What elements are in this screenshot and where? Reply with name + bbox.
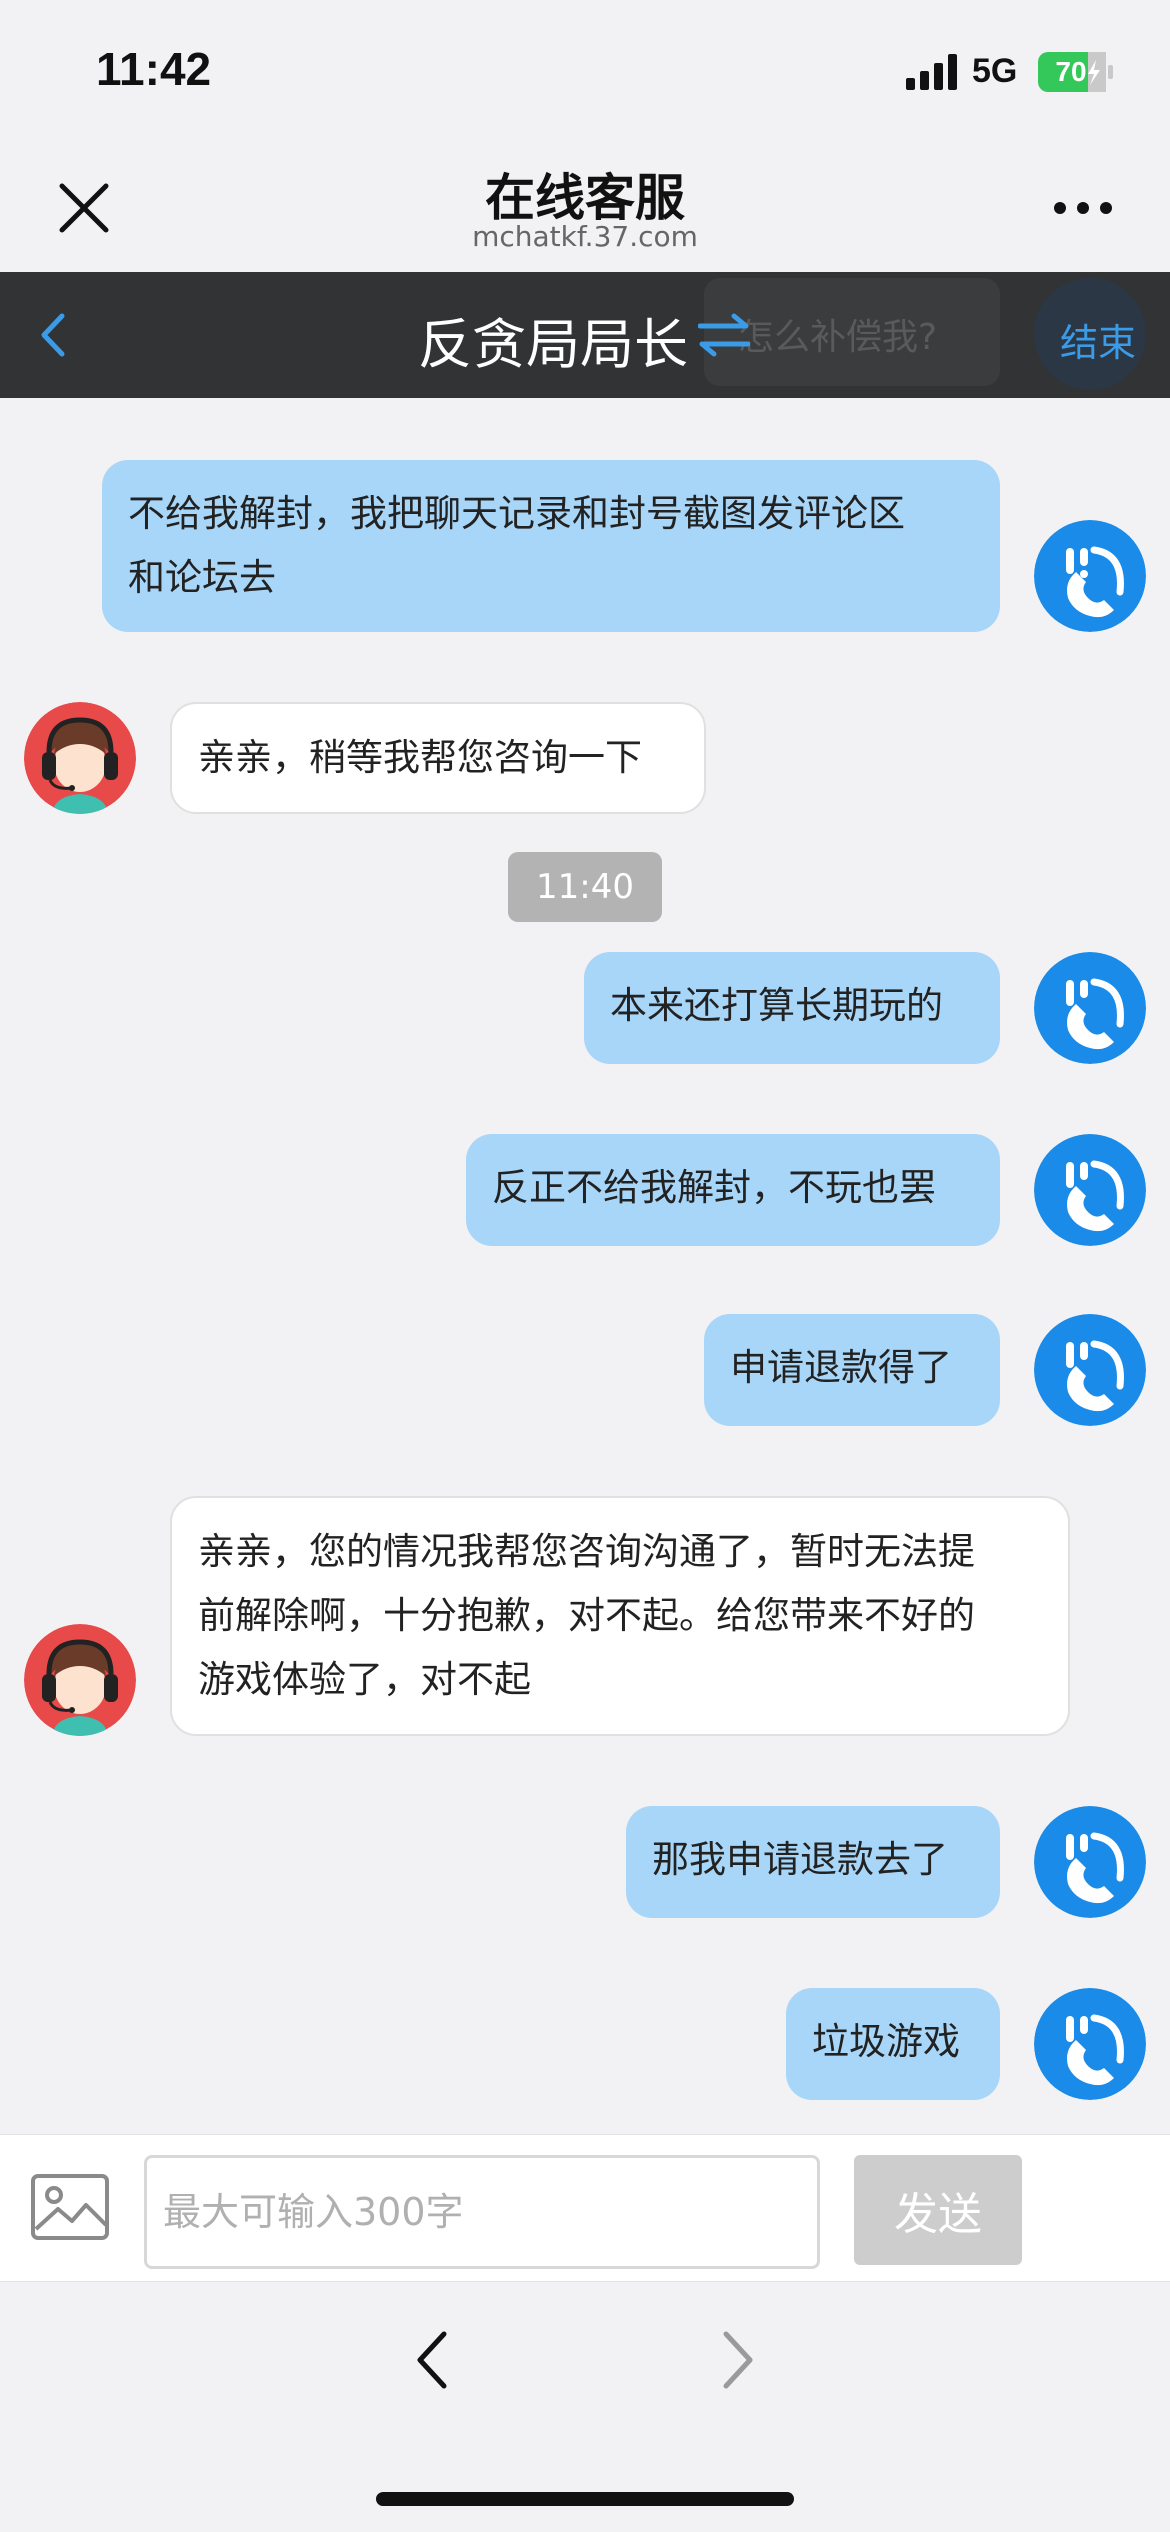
message-line: 反正不给我解封，不玩也罢 (492, 1166, 936, 1209)
floating-message-text: 怎么补偿我? (738, 317, 938, 358)
battery-level: 70 (1055, 56, 1087, 87)
chat-title: 反贪局局长 (418, 313, 688, 376)
page-url: mchatkf.37.com (472, 220, 698, 253)
message-line: 那我申请退款去了 (652, 1838, 948, 1881)
message-input[interactable] (144, 2155, 820, 2269)
switch-icon[interactable] (698, 312, 750, 358)
home-indicator (376, 2492, 794, 2506)
message-line: 垃圾游戏 (812, 2020, 960, 2063)
agent-avatar (24, 1624, 136, 1736)
status-bar: 11:42 5G 70 (0, 0, 1170, 140)
network-label: 5G (972, 52, 1018, 90)
message-line: 前解除啊，十分抱歉，对不起。给您带来不好的 (198, 1594, 975, 1637)
status-time: 11:42 (96, 43, 212, 95)
user-avatar (1034, 952, 1146, 1064)
send-button[interactable]: 发送 (854, 2155, 1022, 2265)
message-line: 亲亲，您的情况我帮您咨询沟通了，暂时无法提 (198, 1530, 975, 1573)
message-line: 不给我解封，我把聊天记录和封号截图发评论区 (128, 492, 905, 535)
user-message: 不给我解封，我把聊天记录和封号截图发评论区 和论坛去 (102, 460, 1000, 632)
message-line: 申请退款得了 (730, 1346, 952, 1389)
message-line: 亲亲，稍等我帮您咨询一下 (198, 736, 642, 779)
user-message: 那我申请退款去了 (626, 1806, 1000, 1918)
nav-forward-icon[interactable] (718, 2328, 758, 2392)
image-icon[interactable] (30, 2173, 110, 2241)
more-icon[interactable] (1052, 200, 1114, 216)
message-line: 和论坛去 (128, 556, 276, 599)
agent-avatar (24, 702, 136, 814)
timestamp-chip: 11:40 (508, 852, 662, 922)
end-chat-button[interactable]: 结束 (1060, 312, 1136, 367)
chat-header: 反贪局局长 怎么补偿我? 结束 (0, 272, 1170, 398)
signal-icon (906, 54, 957, 90)
user-avatar (1034, 1806, 1146, 1918)
input-bar: 发送 (0, 2134, 1170, 2282)
user-avatar (1034, 1134, 1146, 1246)
message-line: 本来还打算长期玩的 (610, 984, 943, 1027)
user-message: 本来还打算长期玩的 (584, 952, 1000, 1064)
agent-message: 亲亲，您的情况我帮您咨询沟通了，暂时无法提 前解除啊，十分抱歉，对不起。给您带来… (170, 1496, 1070, 1736)
nav-back-icon[interactable] (412, 2328, 452, 2392)
user-message: 垃圾游戏 (786, 1988, 1000, 2100)
user-avatar (1034, 1314, 1146, 1426)
agent-message: 亲亲，稍等我帮您咨询一下 (170, 702, 706, 814)
bottom-nav (0, 2282, 1170, 2532)
browser-header: 在线客服 mchatkf.37.com (0, 140, 1170, 272)
user-avatar (1034, 520, 1146, 632)
message-line: 游戏体验了，对不起 (198, 1658, 531, 1701)
back-icon[interactable] (38, 312, 68, 358)
user-message: 反正不给我解封，不玩也罢 (466, 1134, 1000, 1246)
user-avatar (1034, 1988, 1146, 2100)
user-message: 申请退款得了 (704, 1314, 1000, 1426)
